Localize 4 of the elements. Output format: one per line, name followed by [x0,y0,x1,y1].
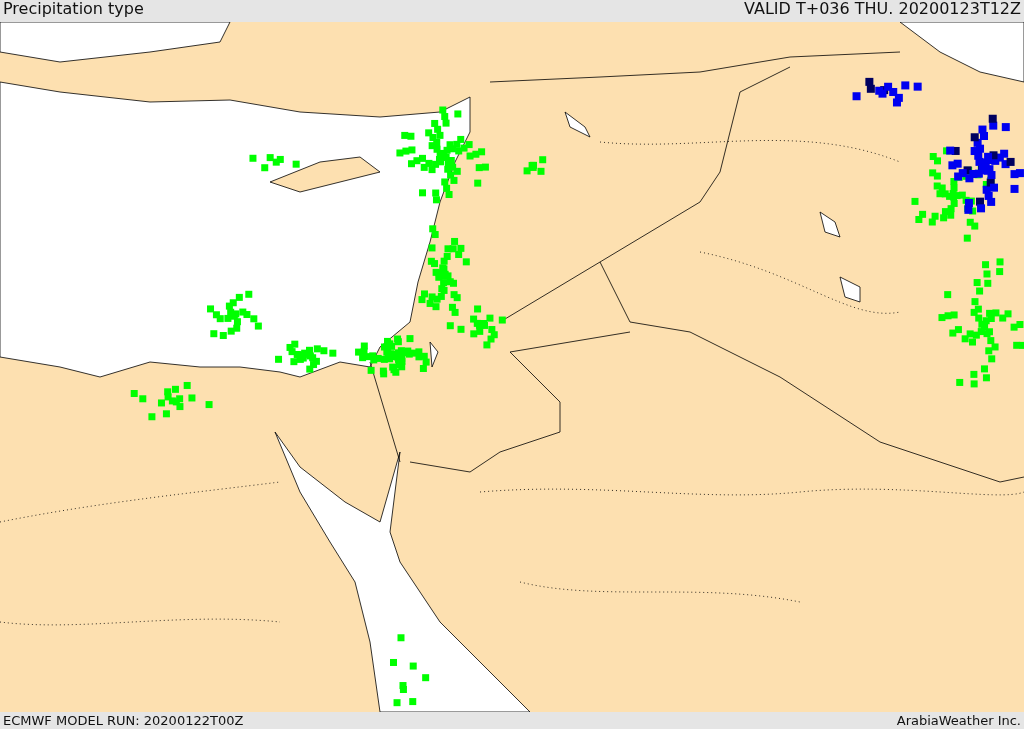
map-title: Precipitation type [3,0,144,20]
valid-time: VALID T+036 THU. 20200123T12Z [744,0,1021,20]
model-run: ECMWF MODEL RUN: 20200122T00Z [3,712,244,729]
credit: ArabiaWeather Inc. [896,712,1021,729]
